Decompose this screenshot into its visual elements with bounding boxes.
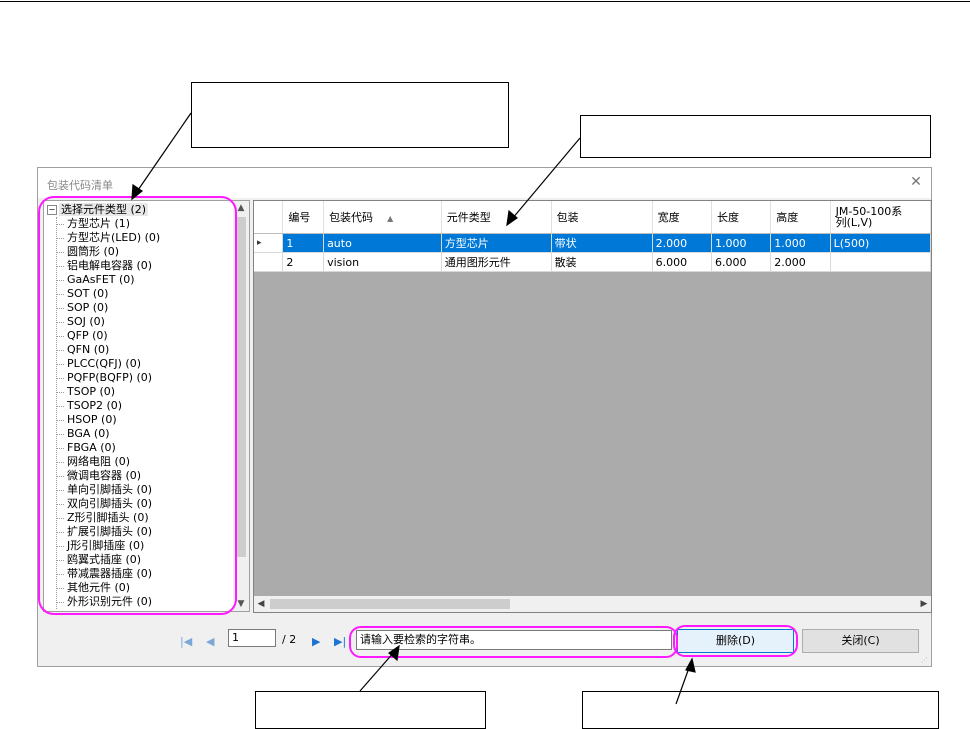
- arrow-head: [388, 644, 400, 662]
- arrow-line: [511, 137, 581, 220]
- arrow-head: [506, 209, 518, 227]
- arrow-head: [685, 657, 696, 673]
- arrow-line: [359, 650, 396, 692]
- arrow-line: [135, 112, 192, 194]
- annotation-arrows: [131, 112, 696, 705]
